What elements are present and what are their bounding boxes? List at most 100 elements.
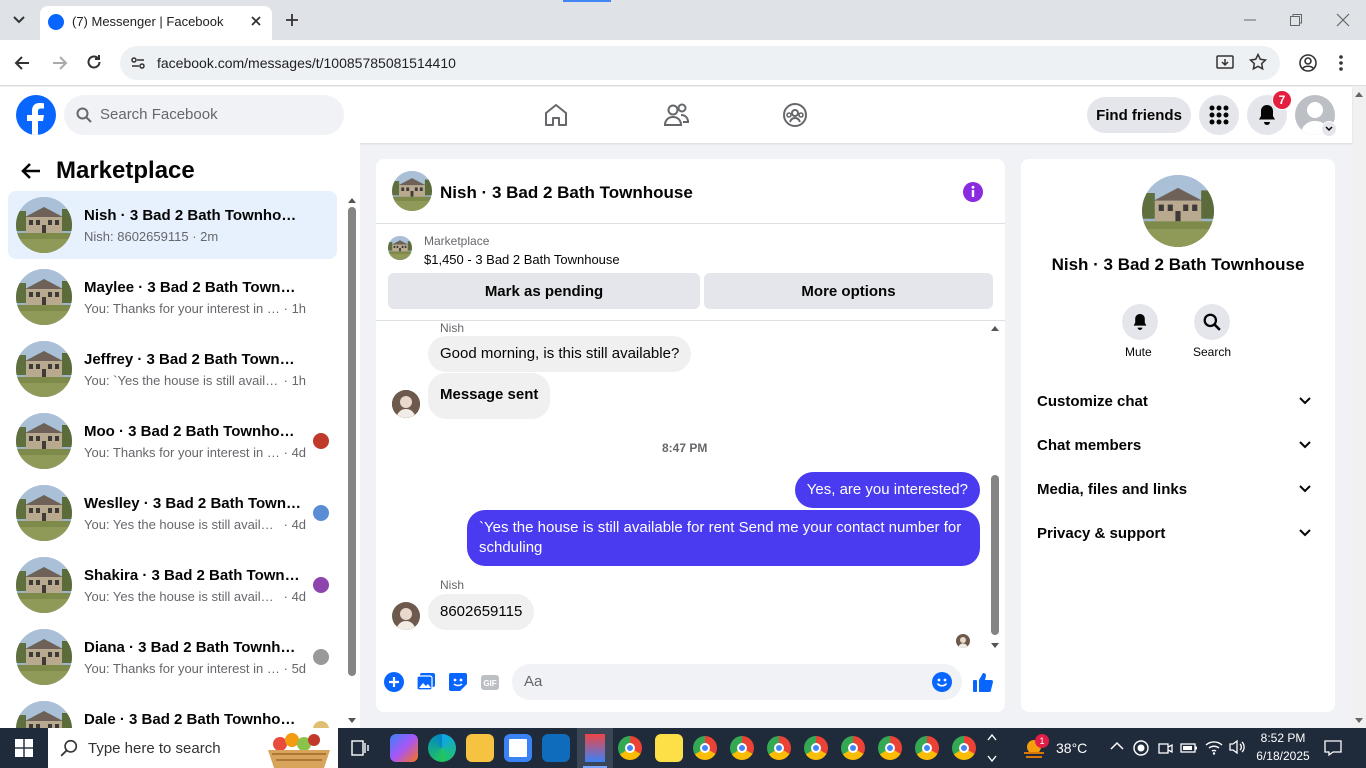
conversation-item[interactable]: Dale · 3 Bad 2 Bath Townhouse — [8, 695, 337, 728]
facebook-logo-icon[interactable] — [16, 95, 56, 135]
sticky-notes-icon[interactable] — [655, 734, 683, 762]
chrome-profile-icon[interactable] — [730, 736, 754, 760]
media-files-links-section[interactable]: Media, files and links — [1037, 469, 1319, 509]
minimize-icon[interactable] — [1242, 14, 1258, 26]
customize-chat-section[interactable]: Customize chat — [1037, 381, 1319, 421]
active-app-slot[interactable] — [577, 728, 613, 768]
back-arrow-icon[interactable] — [12, 54, 32, 72]
file-explorer-icon[interactable] — [466, 734, 494, 762]
browser-tab[interactable]: (7) Messenger | Facebook — [40, 6, 272, 40]
reload-icon[interactable] — [85, 53, 103, 71]
chrome-icon[interactable] — [618, 736, 642, 760]
copilot-icon[interactable] — [390, 734, 418, 762]
chat-members-section[interactable]: Chat members — [1037, 425, 1319, 465]
mute-button[interactable] — [1122, 304, 1158, 340]
battery-icon[interactable] — [1180, 741, 1198, 755]
groups-icon[interactable] — [782, 102, 808, 128]
account-chevron-icon[interactable] — [1321, 121, 1337, 137]
sticker-icon[interactable] — [448, 672, 468, 692]
facebook-search-box[interactable]: Search Facebook — [64, 95, 344, 135]
outgoing-message[interactable]: `Yes the house is still available for re… — [467, 510, 980, 566]
photo-icon[interactable] — [416, 672, 436, 692]
chrome-profile-icon[interactable] — [693, 736, 717, 760]
task-view-icon[interactable] — [350, 738, 370, 758]
conversation-item[interactable]: Shakira · 3 Bad 2 Bath Townh... You: Yes … — [8, 551, 337, 619]
edge-icon[interactable] — [428, 734, 456, 762]
chrome-profile-icon[interactable] — [767, 736, 791, 760]
back-arrow-icon[interactable] — [20, 161, 42, 181]
message-input[interactable]: Aa — [512, 664, 962, 700]
tab-list-chevron-icon[interactable] — [10, 12, 28, 28]
mark-as-pending-button[interactable]: Mark as pending — [388, 273, 700, 309]
sender-avatar[interactable] — [392, 390, 420, 418]
chrome-profile-icon[interactable] — [915, 736, 939, 760]
profile-icon[interactable] — [1298, 53, 1318, 73]
outlook-icon[interactable] — [542, 734, 570, 762]
volume-icon[interactable] — [1228, 739, 1246, 755]
menu-grid-button[interactable] — [1199, 95, 1239, 135]
chat-scrollbar[interactable] — [989, 323, 1001, 649]
info-icon[interactable] — [962, 181, 984, 203]
install-app-icon[interactable] — [1216, 54, 1234, 72]
chat-avatar[interactable] — [392, 171, 432, 211]
sender-avatar[interactable] — [392, 602, 420, 630]
page-scrollbar[interactable] — [1352, 87, 1366, 728]
more-options-button[interactable]: More options — [704, 273, 993, 309]
gif-icon[interactable]: GIF — [480, 672, 500, 692]
incoming-message[interactable]: Good morning, is this still available? — [428, 336, 692, 372]
browser-menu-icon[interactable] — [1338, 53, 1344, 73]
conversation-item[interactable]: Weslley · 3 Bad 2 Bath Townh... You: Yes … — [8, 479, 337, 547]
chat-title[interactable]: Nish · 3 Bad 2 Bath Townhouse — [440, 183, 693, 203]
seen-avatar — [313, 721, 329, 728]
chrome-profile-icon[interactable] — [952, 736, 976, 760]
address-bar[interactable]: facebook.com/messages/t/1008578508151441… — [120, 46, 1280, 80]
taskbar-search-box[interactable]: Type here to search — [48, 728, 338, 768]
friends-icon[interactable] — [662, 102, 690, 128]
clock-date[interactable]: 6/18/2025 — [1252, 749, 1314, 763]
conversation-item[interactable]: Nish · 3 Bad 2 Bath Townhouse Nish: 86026… — [8, 191, 337, 259]
taskbar-overflow-icon[interactable] — [986, 730, 998, 766]
message-sender-label: Nish — [440, 321, 465, 335]
listing-title[interactable]: $1,450 - 3 Bad 2 Bath Townhouse — [424, 252, 620, 267]
chrome-profile-icon[interactable] — [804, 736, 828, 760]
chrome-profile-icon[interactable] — [841, 736, 865, 760]
incoming-message[interactable]: 8602659115 — [428, 594, 535, 630]
record-icon[interactable] — [1133, 740, 1149, 756]
listing-thumbnail[interactable] — [388, 236, 412, 260]
windows-start-icon[interactable] — [15, 739, 33, 757]
clock-time[interactable]: 8:52 PM — [1256, 731, 1310, 745]
conversation-item[interactable]: Maylee · 3 Bad 2 Bath Townhouse You: Than… — [8, 263, 337, 331]
tray-chevron-icon[interactable] — [1110, 741, 1124, 751]
close-window-icon[interactable] — [1335, 12, 1351, 28]
thumbs-up-icon[interactable] — [972, 671, 994, 693]
notification-center-icon[interactable] — [1324, 739, 1342, 757]
wifi-icon[interactable] — [1205, 739, 1223, 755]
home-icon[interactable] — [543, 102, 569, 128]
section-label: Media, files and links — [1037, 480, 1188, 498]
conversation-time: 4d — [291, 517, 307, 532]
chrome-profile-icon[interactable] — [878, 736, 902, 760]
site-settings-icon[interactable] — [130, 55, 146, 71]
meet-icon[interactable] — [1157, 740, 1173, 756]
url-text[interactable]: facebook.com/messages/t/1008578508151441… — [157, 55, 456, 71]
outgoing-message[interactable]: Yes, are you interested? — [794, 472, 980, 508]
forward-arrow-icon[interactable] — [50, 54, 70, 72]
store-icon[interactable] — [504, 734, 532, 762]
search-conversation-button[interactable] — [1194, 304, 1230, 340]
find-friends-button[interactable]: Find friends — [1087, 97, 1191, 133]
info-avatar[interactable] — [1142, 175, 1214, 247]
privacy-support-section[interactable]: Privacy & support — [1037, 513, 1319, 553]
new-tab-icon[interactable] — [284, 12, 300, 28]
incoming-message-sent[interactable]: Message sent — [428, 373, 551, 419]
bookmark-star-icon[interactable] — [1249, 53, 1267, 71]
conversation-item[interactable]: Jeffrey · 3 Bad 2 Bath Townhouse You: `Ye… — [8, 335, 337, 403]
sidebar-scrollbar[interactable] — [345, 195, 359, 728]
conversation-item[interactable]: Diana · 3 Bad 2 Bath Townhou... You: Than… — [8, 623, 337, 691]
restore-icon[interactable] — [1289, 13, 1303, 27]
temperature[interactable]: 38°C — [1056, 740, 1087, 756]
conversation-item[interactable]: Moo · 3 Bad 2 Bath Townhouse You: Thanks … — [8, 407, 337, 475]
tab-close-icon[interactable] — [248, 13, 264, 29]
plus-icon[interactable] — [384, 672, 404, 692]
taskbar-search-placeholder: Type here to search — [88, 740, 221, 757]
emoji-icon[interactable] — [932, 672, 952, 692]
